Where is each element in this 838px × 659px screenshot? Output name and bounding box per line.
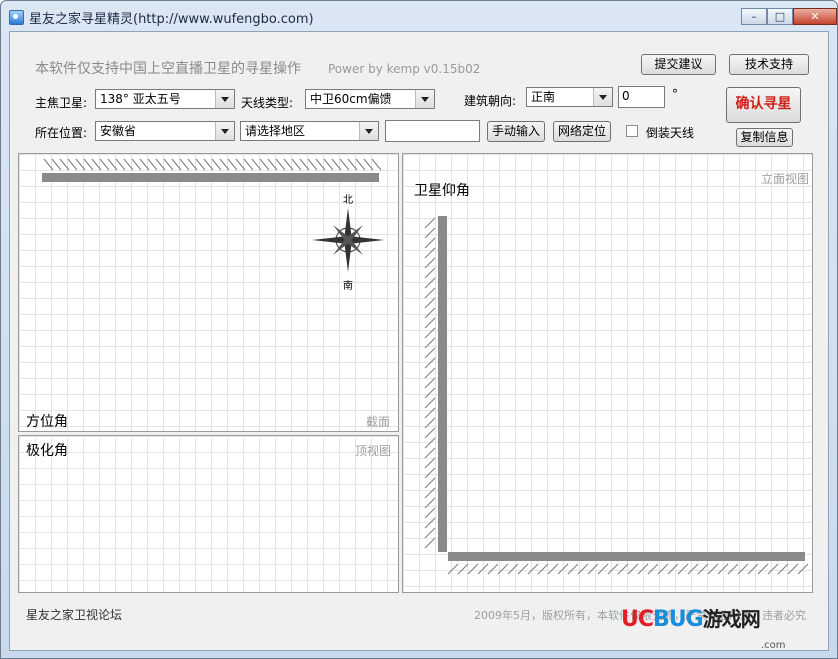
- ground-hatching: [447, 563, 809, 575]
- watermark-brand-a: UC: [621, 607, 654, 632]
- region-value: 请选择地区: [245, 124, 306, 138]
- minimize-button[interactable]: –: [741, 8, 767, 25]
- inverted-antenna-label: 倒装天线: [646, 126, 695, 140]
- confirm-search-button[interactable]: 确认寻星: [726, 87, 801, 123]
- compass-north-label: 北: [343, 194, 353, 206]
- antenna-label: 天线类型:: [241, 96, 294, 110]
- copy-info-button[interactable]: 复制信息: [736, 128, 793, 147]
- elevation-title: 卫星仰角: [414, 183, 470, 199]
- orientation-select[interactable]: 正南: [526, 87, 613, 107]
- watermark-brand-b: BUG: [653, 607, 704, 632]
- polarization-panel: 极化角 顶视图: [18, 435, 399, 593]
- watermark-domain: .com: [761, 640, 786, 651]
- azimuth-title: 方位角: [26, 414, 68, 430]
- wall-bar: [42, 173, 379, 182]
- app-icon: [9, 10, 24, 25]
- azimuth-note: 截面: [366, 415, 391, 429]
- location-label: 所在位置:: [35, 126, 88, 140]
- province-value: 安徽省: [100, 124, 137, 138]
- location-input[interactable]: [385, 120, 480, 142]
- antenna-value: 中卫60cm偏馈: [310, 92, 392, 106]
- elevation-graphic: [424, 216, 809, 575]
- azimuth-panel: 北 南 方位角 截面: [18, 153, 399, 432]
- forum-text: 星友之家卫视论坛: [26, 608, 123, 622]
- network-locate-button[interactable]: 网络定位: [553, 121, 611, 142]
- satellite-value: 138° 亚太五号: [100, 92, 181, 106]
- inverted-antenna-checkbox[interactable]: [626, 125, 638, 137]
- ground-bar: [448, 552, 805, 561]
- compass-south-label: 南: [343, 279, 353, 292]
- close-button[interactable]: ✕: [793, 8, 837, 25]
- chevron-down-icon[interactable]: [593, 88, 612, 106]
- polarization-title: 极化角: [26, 443, 68, 459]
- notice-text: 本软件仅支持中国上空直播卫星的寻星操作: [35, 61, 301, 77]
- orientation-label: 建筑朝向:: [464, 94, 517, 108]
- vertical-wall-hatching: [424, 217, 436, 549]
- polarization-note: 顶视图: [355, 444, 392, 458]
- province-select[interactable]: 安徽省: [95, 121, 235, 141]
- version-text: Power by kemp v0.15b02: [328, 62, 481, 76]
- chevron-down-icon[interactable]: [215, 90, 234, 108]
- region-select[interactable]: 请选择地区: [240, 121, 379, 141]
- manual-input-button[interactable]: 手动输入: [487, 121, 545, 142]
- watermark-logo: UCBUG游戏网: [621, 603, 761, 632]
- maximize-button[interactable]: □: [767, 8, 793, 25]
- app-window: 星友之家寻星精灵(http://www.wufengbo.com) – □ ✕ …: [0, 0, 838, 659]
- compass-icon: [312, 208, 384, 272]
- chevron-down-icon[interactable]: [215, 122, 234, 140]
- watermark-brand-c: 游戏网: [702, 607, 761, 631]
- elevation-panel: 卫星仰角 立面视图: [402, 153, 813, 593]
- title-bar[interactable]: 星友之家寻星精灵(http://www.wufengbo.com) – □ ✕: [1, 1, 837, 31]
- support-button[interactable]: 技术支持: [729, 54, 809, 75]
- azimuth-graphic: 北 南: [42, 158, 384, 292]
- window-title: 星友之家寻星精灵(http://www.wufengbo.com): [29, 12, 314, 27]
- client-area: 本软件仅支持中国上空直播卫星的寻星操作 Power by kemp v0.15b…: [9, 31, 829, 651]
- vertical-wall-bar: [438, 216, 447, 552]
- suggest-button[interactable]: 提交建议: [641, 54, 716, 75]
- degree-symbol: °: [672, 87, 678, 101]
- elevation-note: 立面视图: [761, 172, 810, 186]
- orientation-value: 正南: [531, 90, 556, 104]
- chevron-down-icon[interactable]: [359, 122, 378, 140]
- satellite-label: 主焦卫星:: [35, 96, 88, 110]
- wall-hatching: [43, 158, 382, 171]
- antenna-select[interactable]: 中卫60cm偏馈: [305, 89, 435, 109]
- chevron-down-icon[interactable]: [415, 90, 434, 108]
- satellite-select[interactable]: 138° 亚太五号: [95, 89, 235, 109]
- angle-input[interactable]: 0: [618, 86, 665, 108]
